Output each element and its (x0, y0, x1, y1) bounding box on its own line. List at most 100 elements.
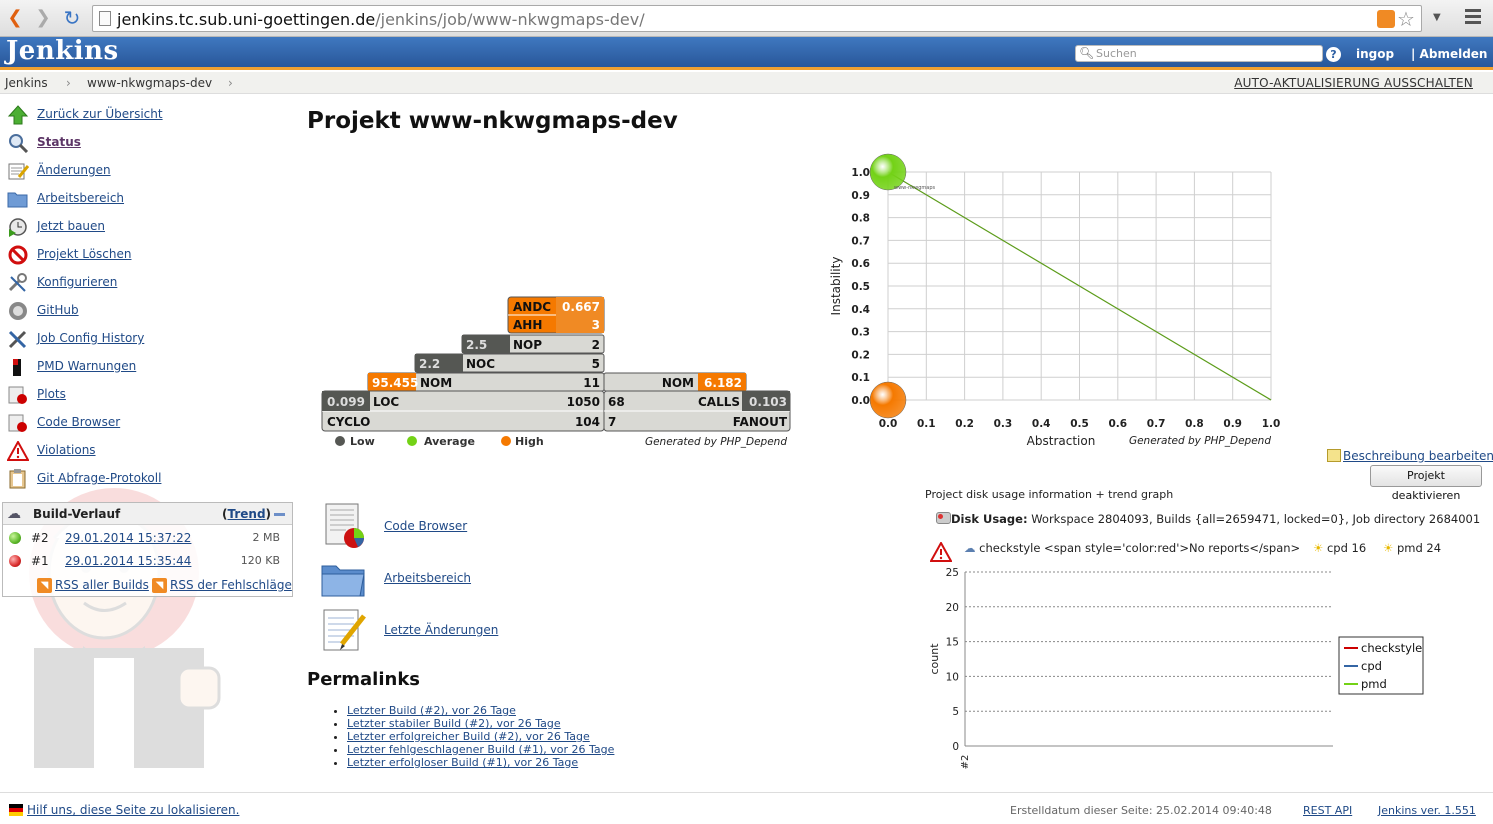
help-icon[interactable]: ? (1326, 47, 1341, 62)
breadcrumb-separator[interactable]: › (228, 76, 233, 90)
checkstyle-status[interactable]: ☁ checkstyle <span style='color:red'>No … (964, 541, 1300, 555)
bookmark-star-icon[interactable]: ☆ (1397, 7, 1415, 31)
code-browser-icon (325, 503, 364, 548)
task-link[interactable]: Git Abfrage-Protokoll (37, 471, 161, 485)
legend-dot-low (335, 436, 345, 446)
magnifier-icon (9, 134, 29, 153)
permalink-last-stable[interactable]: Letzter stabiler Build (#2), vor 26 Tage (347, 717, 561, 730)
pyramid-generated: Generated by PHP_Depend (645, 436, 787, 448)
task-link[interactable]: GitHub (37, 303, 79, 317)
disk-usage-text: Workspace 2804093, Builds {all=2659471, … (1031, 512, 1481, 526)
build-status-ball (9, 532, 21, 544)
legend-label-cpd: cpd (1361, 659, 1382, 673)
x-tick-label: 1.0 (1262, 418, 1281, 430)
rss-icon: ◥ (152, 578, 167, 593)
y-tick-label: 0.4 (851, 304, 870, 316)
task-link[interactable]: Projekt Löschen (37, 247, 131, 261)
disk-usage-title: Project disk usage information + trend g… (925, 488, 1174, 501)
jenkins-version-link[interactable]: Jenkins ver. 1.551 (1378, 804, 1476, 817)
rss-icon[interactable] (1377, 10, 1395, 28)
y-tick-label: 0.9 (851, 190, 870, 202)
page-generated: Erstelldatum dieser Seite: 25.02.2014 09… (1010, 804, 1272, 817)
task-link[interactable]: Status (37, 135, 81, 149)
y-tick-label: 15 (946, 637, 959, 649)
task-link[interactable]: Jetzt bauen (37, 219, 105, 233)
task-link[interactable]: Plots (37, 387, 66, 401)
reload-icon[interactable]: ↻ (61, 7, 83, 29)
pmd-status[interactable]: ☀ pmd 24 (1383, 541, 1441, 555)
up-arrow-icon (7, 105, 29, 125)
pyramid-value-fanout: 7 (608, 415, 616, 429)
search-placeholder: Suchen (1096, 47, 1137, 60)
collapse-icon[interactable] (274, 513, 285, 516)
folder-icon (7, 192, 28, 208)
link-label[interactable]: Arbeitsbereich (384, 571, 471, 585)
cpd-status[interactable]: ☀ cpd 16 (1313, 541, 1366, 555)
search-input[interactable]: 🔍︎ Suchen (1075, 45, 1323, 62)
task-link[interactable]: Code Browser (37, 415, 120, 429)
permalink-item: Letzter fehlgeschlagener Build (#1), vor… (347, 743, 614, 756)
build-size: 120 KB (240, 554, 280, 567)
permalink-last-successful[interactable]: Letzter erfolgreicher Build (#2), vor 26… (347, 730, 590, 743)
autorefresh-toggle[interactable]: AUTO-AKTUALISIERUNG AUSSCHALTEN (1234, 76, 1473, 90)
pyramid-value-andc: 0.667 (562, 300, 600, 314)
task-link[interactable]: Violations (37, 443, 96, 457)
y-axis-label: count (928, 643, 941, 675)
disk-usage: Disk Usage: Workspace 2804093, Builds {a… (936, 512, 1480, 526)
x-axis-label: Abstraction (1027, 434, 1096, 448)
link-label[interactable]: Code Browser (384, 519, 467, 533)
build-date-link[interactable]: 29.01.2014 15:37:22 (65, 531, 191, 545)
rest-api-link[interactable]: REST API (1303, 804, 1352, 817)
warning-icon (7, 441, 29, 461)
back-icon[interactable]: ❮ (4, 7, 26, 29)
url-bar[interactable]: jenkins.tc.sub.uni-goettingen.de/jenkins… (92, 5, 1422, 32)
build-size: 2 MB (252, 531, 280, 544)
task-link[interactable]: Änderungen (37, 163, 111, 177)
x-tick-label: 0.7 (1147, 418, 1166, 430)
deactivate-project-button[interactable]: Projekt deaktivieren (1370, 465, 1482, 502)
notepad-icon (323, 609, 366, 651)
y-tick-label: 0 (952, 741, 959, 753)
task-link[interactable]: PMD Warnungen (37, 359, 136, 373)
partly-sunny-icon: ☀ (1383, 541, 1394, 555)
edit-description[interactable]: Beschreibung bearbeiten (1327, 449, 1493, 463)
rss-failed-link[interactable]: RSS der Fehlschläge (170, 578, 292, 592)
forward-icon[interactable]: ❯ (32, 7, 54, 29)
task-link[interactable]: Konfigurieren (37, 275, 117, 289)
logout-link[interactable]: | Abmelden (1411, 47, 1487, 61)
jenkins-logo[interactable]: Jenkins (6, 36, 119, 66)
link-label[interactable]: Letzte Änderungen (384, 623, 498, 637)
y-tick-label: 25 (946, 567, 959, 579)
permalink-last-build[interactable]: Letzter Build (#2), vor 26 Tage (347, 704, 516, 717)
dropdown-arrow-icon[interactable]: ▼ (1433, 12, 1441, 23)
partly-sunny-icon: ☀ (1313, 541, 1324, 555)
chart-ticks: 0.0 0.0 0.1 0.1 0.2 0.2 0.3 0.3 0.4 0.4 0.5 0.5 0.6 0… (851, 167, 1280, 430)
localize-link[interactable]: Hilf uns, diese Seite zu lokalisieren. (27, 803, 239, 817)
build-status-ball (9, 555, 21, 567)
build-date-link[interactable]: 29.01.2014 15:35:44 (65, 554, 191, 568)
chart-grid: 0 5 10 15 20 25 (946, 567, 1333, 753)
breadcrumb-jenkins[interactable]: Jenkins (5, 76, 48, 90)
task-link[interactable]: Zurück zur Übersicht (37, 107, 163, 121)
task-link[interactable]: Arbeitsbereich (37, 191, 124, 205)
flag-icon (9, 804, 23, 816)
rss-all-link[interactable]: RSS aller Builds (55, 578, 149, 592)
permalink-last-failed[interactable]: Letzter fehlgeschlagener Build (#1), vor… (347, 743, 614, 756)
user-link[interactable]: ingop (1356, 47, 1394, 61)
y-tick-label: 0.0 (851, 395, 870, 407)
edit-description-link[interactable]: Beschreibung bearbeiten (1343, 449, 1493, 463)
trend-link[interactable]: Trend (227, 507, 265, 521)
build-number: #1 (31, 554, 49, 568)
localize-link-wrapper[interactable]: Hilf uns, diese Seite zu lokalisieren. (9, 803, 239, 817)
chart-legend: checkstyle cpd pmd (1338, 636, 1424, 695)
menu-icon[interactable] (1465, 9, 1481, 27)
jenkins-header: Jenkins 🔍︎ Suchen ? ingop | Abmelden (0, 36, 1493, 70)
breadcrumb-job[interactable]: www-nkwgmaps-dev (87, 76, 212, 90)
build-number: #2 (31, 531, 49, 545)
task-link[interactable]: Job Config History (37, 331, 144, 345)
x-tick-label: 0.3 (994, 418, 1013, 430)
y-tick-label: 20 (946, 602, 959, 614)
y-tick-label: 0.8 (851, 213, 870, 225)
permalink-last-unsuccessful[interactable]: Letzter erfolgloser Build (#1), vor 26 T… (347, 756, 578, 769)
x-tick-label: 0.9 (1223, 418, 1242, 430)
